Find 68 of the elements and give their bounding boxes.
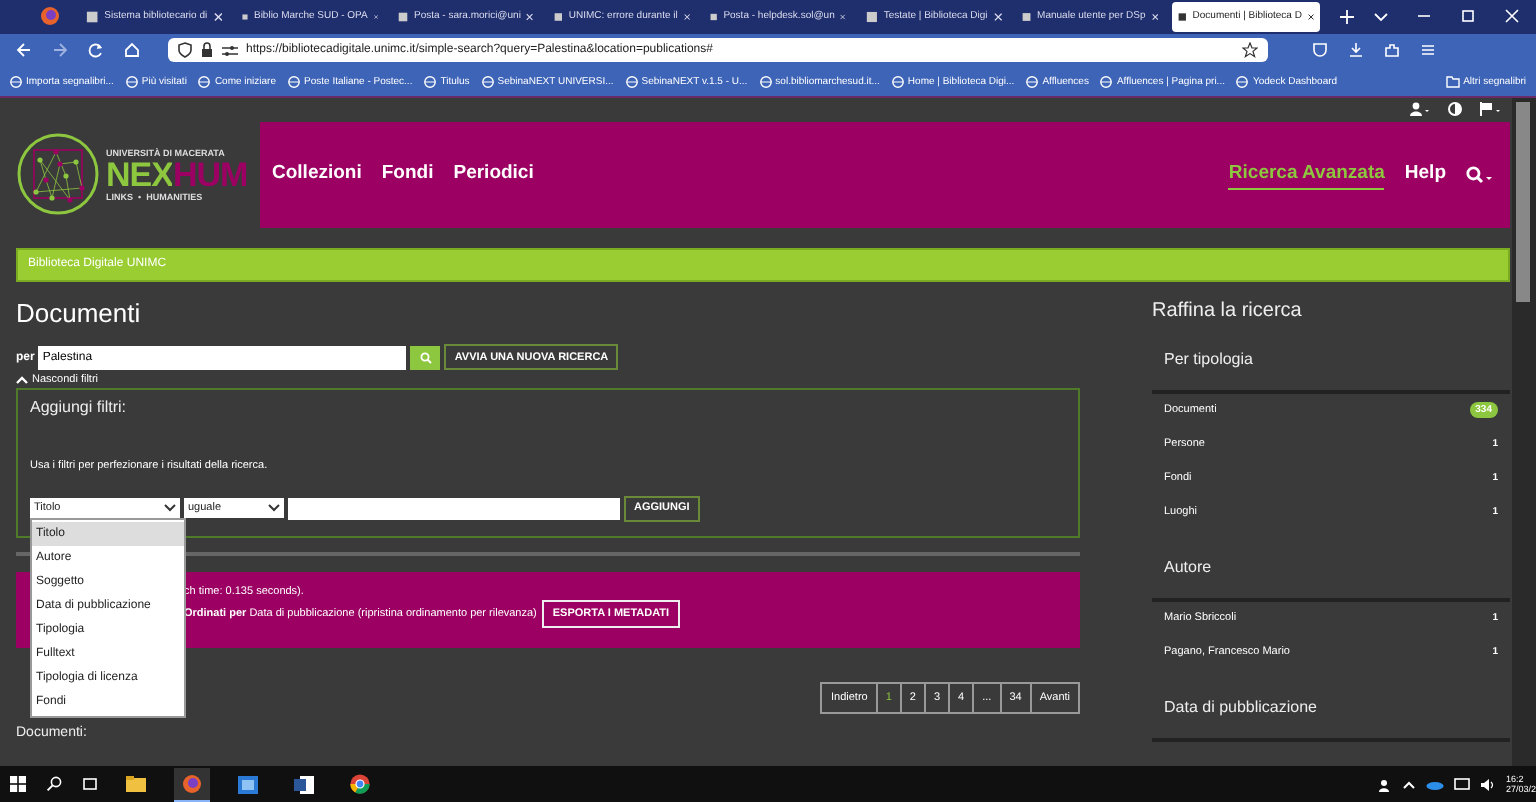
globe-icon (424, 75, 437, 88)
network-globe-icon (16, 132, 100, 217)
star-icon[interactable] (1242, 42, 1258, 59)
globe-icon (10, 75, 22, 88)
cloud-icon[interactable] (1425, 779, 1444, 790)
close-icon[interactable] (1307, 11, 1314, 22)
page-icon (554, 9, 563, 24)
page-icon (1178, 9, 1187, 24)
menu-icon[interactable] (1420, 42, 1436, 59)
search-button[interactable] (410, 345, 441, 370)
windows-start-icon[interactable] (10, 776, 26, 793)
speaker-icon[interactable] (1479, 777, 1496, 792)
nav-link[interactable]: Collezioni (272, 158, 362, 191)
nav-link[interactable]: Periodici (453, 158, 534, 191)
pocket-icon[interactable] (1312, 42, 1328, 59)
sliders-icon (222, 43, 238, 58)
filter-title: Aggiungi filtri: (30, 397, 129, 416)
globe-icon (1236, 75, 1249, 88)
task-view-icon[interactable] (82, 776, 98, 793)
globe-icon (891, 75, 904, 88)
forward-icon[interactable] (52, 42, 68, 59)
globe-icon (1026, 75, 1039, 88)
page-icon (1022, 9, 1032, 24)
filter-value-field[interactable] (288, 497, 620, 520)
browser-logo-icon[interactable] (40, 6, 60, 27)
page-icon (398, 9, 408, 24)
extensions-icon[interactable] (1384, 42, 1400, 59)
search-icon (419, 351, 432, 364)
globe-icon (198, 75, 211, 88)
caret-icon (16, 375, 28, 384)
home-icon[interactable] (124, 42, 140, 59)
chevron-icon (268, 504, 280, 513)
refine-heading: Raffina la ricerca (1152, 299, 1304, 322)
facet-heading: Data di pubblicazione (1162, 695, 1319, 720)
page-title: Documenti (16, 297, 143, 328)
globe-icon (481, 75, 494, 88)
facet-heading: Autore (1162, 555, 1214, 580)
page-icon (242, 9, 248, 24)
page-icon (866, 9, 878, 24)
search-icon[interactable] (1466, 165, 1494, 184)
reload-icon[interactable] (88, 42, 104, 59)
people-icon[interactable] (1377, 777, 1392, 792)
chevron-up-icon[interactable] (1401, 779, 1416, 790)
folder-icon (1445, 75, 1460, 88)
facet-heading: Per tipologia (1162, 347, 1255, 372)
page-icon (86, 9, 99, 24)
maximize-icon[interactable] (1460, 8, 1476, 25)
chevron-icon (164, 504, 176, 513)
nav-link[interactable]: Ricerca Avanzata (1228, 158, 1385, 191)
new-tab-icon[interactable] (1340, 9, 1354, 24)
nav-link[interactable]: Help (1404, 158, 1446, 191)
globe-icon (625, 75, 638, 88)
search-icon[interactable] (46, 776, 62, 793)
lock-icon (200, 42, 214, 59)
contrast-icon[interactable] (1448, 102, 1462, 117)
tab-list-icon[interactable] (1374, 11, 1388, 22)
download-icon[interactable] (1348, 42, 1364, 59)
page-icon (710, 9, 718, 24)
network-icon[interactable] (1453, 777, 1470, 792)
back-icon[interactable] (16, 42, 32, 59)
globe-icon (125, 75, 138, 88)
globe-icon (288, 75, 301, 88)
nav-link[interactable]: Fondi (381, 158, 434, 191)
globe-icon (1100, 75, 1113, 88)
globe-icon (759, 75, 772, 88)
scrollbar[interactable] (1512, 97, 1536, 767)
shield-icon (178, 42, 192, 59)
browser-logo-icon[interactable] (174, 767, 210, 802)
